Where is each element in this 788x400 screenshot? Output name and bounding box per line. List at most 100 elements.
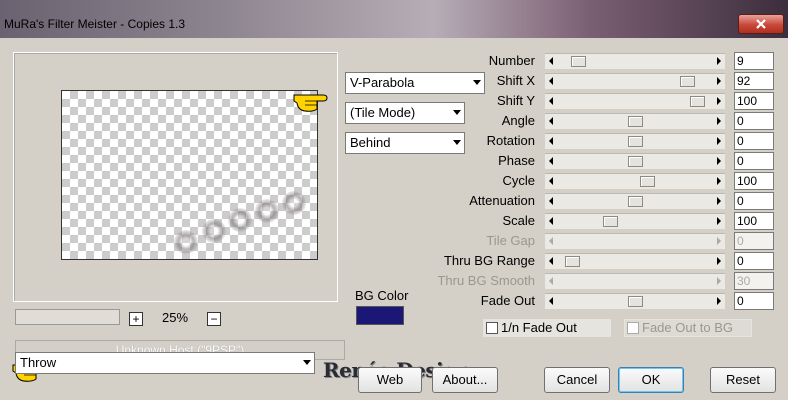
slider-thumb[interactable] bbox=[628, 136, 643, 147]
param-label: Shift Y bbox=[496, 93, 535, 108]
param-slider[interactable] bbox=[545, 173, 725, 189]
preview-blob bbox=[228, 208, 252, 232]
param-value-field: 30 bbox=[734, 272, 774, 290]
param-value-field[interactable]: 0 bbox=[734, 112, 774, 130]
zoom-in-button[interactable]: + bbox=[129, 312, 143, 326]
param-slider bbox=[545, 273, 725, 289]
arrow-right-icon bbox=[717, 257, 721, 265]
param-label: Fade Out bbox=[480, 293, 535, 308]
fade-out-bg-checkbox: Fade Out to BG bbox=[624, 319, 752, 337]
param-value-field[interactable]: 100 bbox=[734, 212, 774, 230]
close-button[interactable] bbox=[738, 14, 784, 34]
slider-thumb[interactable] bbox=[571, 56, 586, 67]
pointing-hand-icon bbox=[293, 94, 328, 112]
slider-thumb[interactable] bbox=[565, 256, 580, 267]
arrow-left-icon bbox=[549, 117, 553, 125]
param-slider[interactable] bbox=[545, 73, 725, 89]
arrow-right-icon bbox=[717, 157, 721, 165]
arrow-left-icon bbox=[549, 217, 553, 225]
param-value-field[interactable]: 100 bbox=[734, 172, 774, 190]
param-slider[interactable] bbox=[545, 93, 725, 109]
arrow-right-icon bbox=[717, 117, 721, 125]
param-slider[interactable] bbox=[545, 153, 725, 169]
arrow-right-icon bbox=[717, 197, 721, 205]
arrow-right-icon bbox=[717, 297, 721, 305]
action-dropdown[interactable]: Throw bbox=[15, 352, 315, 374]
checkbox-box bbox=[486, 322, 498, 334]
arrow-left-icon bbox=[549, 97, 553, 105]
arrow-right-icon bbox=[717, 57, 721, 65]
param-value-field[interactable]: 100 bbox=[734, 92, 774, 110]
arrow-left-icon bbox=[549, 197, 553, 205]
param-value-field: 0 bbox=[734, 232, 774, 250]
slider-thumb[interactable] bbox=[690, 96, 705, 107]
param-value-field[interactable]: 92 bbox=[734, 72, 774, 90]
arrow-right-icon bbox=[717, 77, 721, 85]
param-label: Number bbox=[488, 53, 535, 68]
param-value-field[interactable]: 0 bbox=[734, 192, 774, 210]
arrow-left-icon bbox=[549, 157, 553, 165]
param-label: Thru BG Range bbox=[443, 253, 535, 268]
param-label: Thru BG Smooth bbox=[437, 273, 535, 288]
arrow-right-icon bbox=[717, 237, 721, 245]
param-label: Cycle bbox=[502, 173, 535, 188]
title-bar: MuRa's Filter Meister - Copies 1.3 bbox=[0, 0, 788, 38]
slider-thumb[interactable] bbox=[628, 196, 643, 207]
preview-panel bbox=[13, 52, 338, 302]
preview-canvas[interactable] bbox=[61, 90, 318, 260]
slider-thumb[interactable] bbox=[640, 176, 655, 187]
param-slider[interactable] bbox=[545, 193, 725, 209]
arrow-left-icon bbox=[549, 257, 553, 265]
chevron-down-icon bbox=[303, 360, 311, 365]
fade-out-bg-label: Fade Out to BG bbox=[642, 320, 734, 335]
web-button[interactable]: Web bbox=[358, 367, 422, 393]
param-value-field[interactable]: 0 bbox=[734, 292, 774, 310]
progress-bar bbox=[15, 309, 120, 325]
param-slider bbox=[545, 233, 725, 249]
arrow-right-icon bbox=[717, 277, 721, 285]
preview-blob bbox=[202, 219, 226, 243]
cancel-button[interactable]: Cancel bbox=[544, 367, 610, 393]
param-slider[interactable] bbox=[545, 113, 725, 129]
preview-blob bbox=[282, 191, 306, 215]
param-value-field[interactable]: 9 bbox=[734, 52, 774, 70]
preview-blob bbox=[255, 199, 279, 223]
param-label: Scale bbox=[502, 213, 535, 228]
param-slider[interactable] bbox=[545, 213, 725, 229]
slider-thumb[interactable] bbox=[603, 216, 618, 227]
ok-button[interactable]: OK bbox=[618, 367, 684, 393]
window-title: MuRa's Filter Meister - Copies 1.3 bbox=[4, 17, 186, 31]
placement-dropdown-value: Behind bbox=[350, 135, 391, 150]
fade-out-1n-checkbox[interactable]: 1/n Fade Out bbox=[483, 319, 611, 337]
arrow-left-icon bbox=[549, 297, 553, 305]
param-value-field[interactable]: 0 bbox=[734, 252, 774, 270]
param-label: Angle bbox=[501, 113, 535, 128]
close-icon bbox=[756, 19, 766, 29]
param-value-field[interactable]: 0 bbox=[734, 152, 774, 170]
arrow-left-icon bbox=[549, 237, 553, 245]
action-dropdown-value: Throw bbox=[20, 355, 57, 370]
arrow-left-icon bbox=[549, 277, 553, 285]
param-slider[interactable] bbox=[545, 53, 725, 69]
slider-thumb[interactable] bbox=[628, 296, 643, 307]
slider-thumb[interactable] bbox=[628, 156, 643, 167]
param-label: Tile Gap bbox=[486, 233, 535, 248]
param-slider[interactable] bbox=[545, 253, 725, 269]
param-slider[interactable] bbox=[545, 293, 725, 309]
arrow-left-icon bbox=[549, 137, 553, 145]
arrow-right-icon bbox=[717, 137, 721, 145]
bg-color-swatch[interactable] bbox=[356, 306, 404, 325]
slider-thumb[interactable] bbox=[680, 76, 695, 87]
param-slider[interactable] bbox=[545, 133, 725, 149]
param-value-field[interactable]: 0 bbox=[734, 132, 774, 150]
slider-thumb[interactable] bbox=[628, 116, 643, 127]
param-label: Phase bbox=[498, 153, 535, 168]
arrow-right-icon bbox=[717, 177, 721, 185]
about-button[interactable]: About... bbox=[432, 367, 498, 393]
reset-button[interactable]: Reset bbox=[710, 367, 776, 393]
zoom-out-button[interactable]: − bbox=[207, 312, 221, 326]
zoom-level: 25% bbox=[162, 310, 189, 325]
arrow-left-icon bbox=[549, 57, 553, 65]
dialog-client: + 25% − Unknown Host ("9PSP") Throw V-Pa… bbox=[0, 38, 788, 400]
param-label: Attenuation bbox=[469, 193, 535, 208]
